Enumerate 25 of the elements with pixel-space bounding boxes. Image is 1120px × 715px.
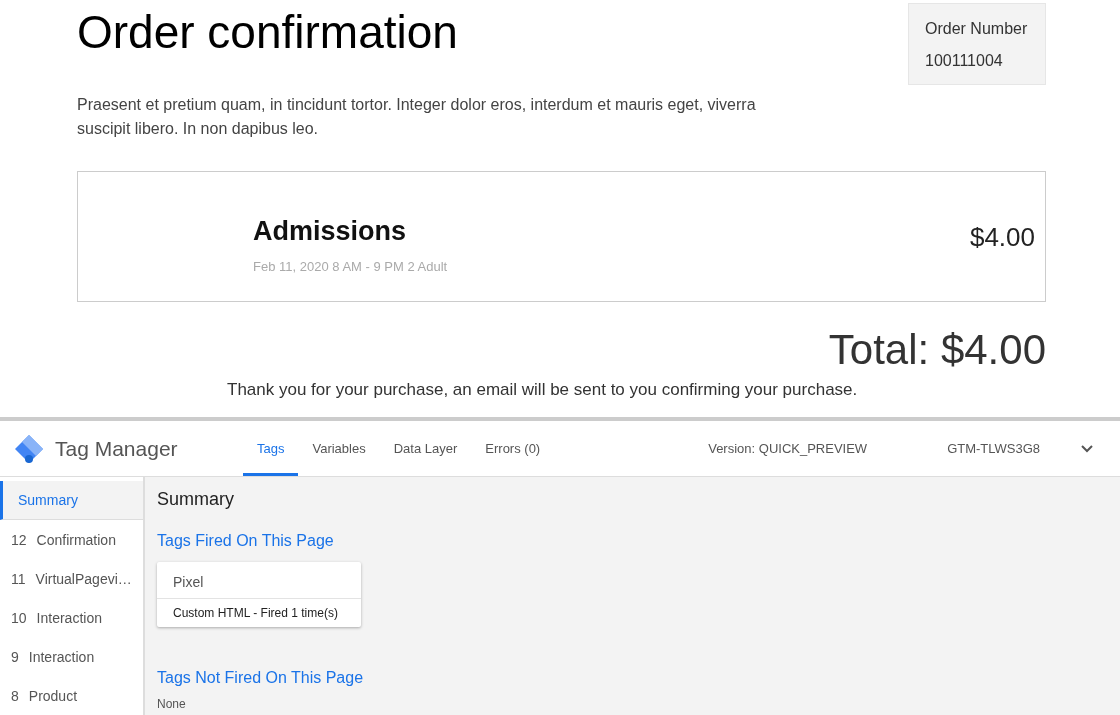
order-number: 100111004 [925,52,1004,70]
tab[interactable]: Data Layer [379,421,472,476]
intro-text: Praesent et pretium quam, in tincidunt tortor. Integer dolor eros, interdum et mauris eget, viverra suscipit libero. In non dapibus leo. [77,95,757,139]
item-details: Feb 11, 2020 8 AM - 9 PM 2 Adult [253,259,448,274]
order-number-label: Order Number [925,20,1029,38]
item-name: Admissions [253,216,408,247]
order-total: Total: $4.00 [828,326,1046,374]
tab[interactable]: Variables [298,421,380,476]
tag-card[interactable]: Pixel Custom HTML - Fired 1 time(s) [157,562,361,627]
diamond-logo-icon [13,432,45,465]
section-heading: Tags Not Fired On This Page [157,669,365,687]
tag-status: Custom HTML - Fired 1 time(s) [172,605,339,622]
empty-text: None [157,697,187,711]
container-id: GTM-TLWS3G8 [947,441,1041,456]
summary-title: Summary [157,489,235,510]
chevron-down-icon[interactable] [1080,443,1095,454]
page-title: Order confirmation [77,5,458,59]
tag-name: Pixel [157,562,361,599]
item-price: $4.00 [969,222,1035,253]
section-heading: Tags Fired On This Page [157,532,335,550]
tab[interactable]: Errors (0) [471,421,555,476]
version-label: Version: QUICK_PREVIEW [708,441,868,456]
thank-you-text: Thank you for your purchase, an email will be sent to you confirming your purchase. [227,380,858,399]
sidebar-item[interactable]: Summary [0,481,143,520]
brand-name: Tag Manager [55,436,178,461]
